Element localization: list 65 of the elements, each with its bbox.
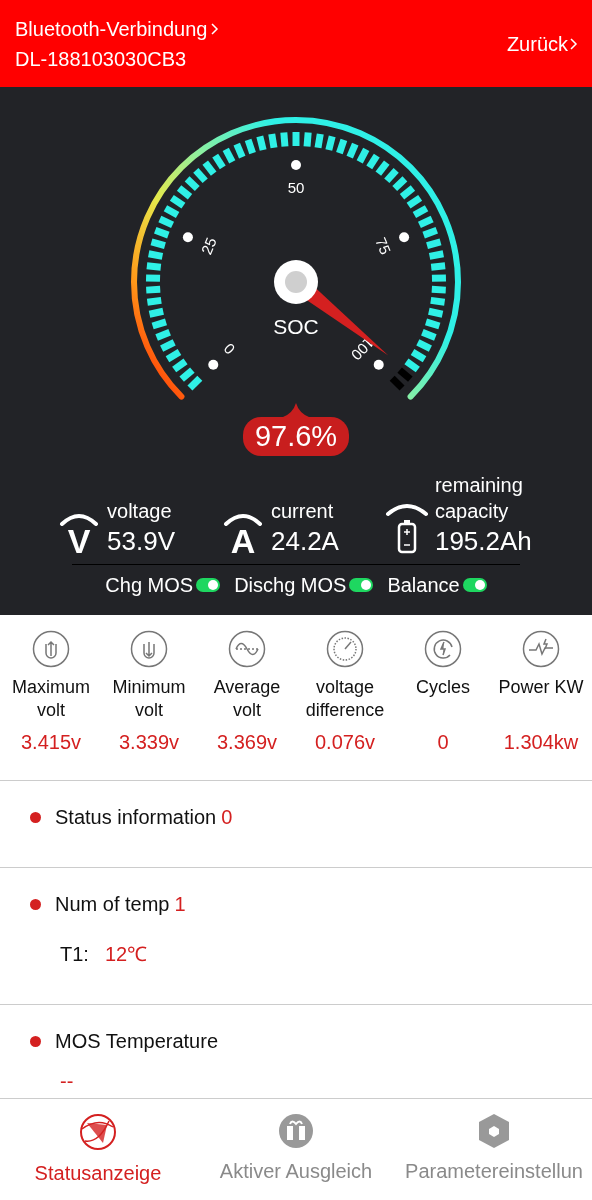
dial-icon: [326, 630, 364, 668]
globe-icon: [79, 1113, 117, 1151]
stat-label: Average volt: [212, 676, 282, 722]
arc-icon: [59, 512, 100, 526]
section-count: 1: [174, 894, 186, 914]
chevron-icon: [211, 22, 220, 35]
stat-label: Cycles: [416, 676, 470, 699]
back-button[interactable]: Zurück: [506, 33, 578, 54]
needle-hub: [274, 260, 318, 304]
stat-label: Minimum volt: [111, 676, 187, 722]
unit-symbol: V: [67, 524, 91, 558]
section-count: 0: [221, 807, 233, 827]
stat-value: 0: [437, 732, 449, 752]
toggle-switch[interactable]: [196, 578, 221, 592]
stat-value: 3.369v: [216, 732, 278, 752]
nav-tab[interactable]: Statusanzeige: [0, 1099, 196, 1200]
toggle-switch[interactable]: [349, 578, 374, 592]
scale-dot: [208, 359, 219, 370]
cycle-icon: [424, 630, 462, 668]
nav-tab[interactable]: Aktiver Ausgleich: [196, 1099, 396, 1200]
metric-value: 24.2A: [271, 525, 339, 558]
toggle-switch[interactable]: [462, 578, 487, 592]
gauge-label: SOC: [273, 315, 319, 338]
stat-label: Maximum volt: [11, 676, 91, 722]
stat-label: Power KW: [498, 676, 584, 699]
metric-label: current: [271, 499, 335, 524]
sine-wave-icon: [228, 630, 266, 668]
row-value: --: [60, 1071, 74, 1091]
metric-label: voltage: [107, 499, 173, 524]
stat-value: 3.339v: [118, 732, 180, 752]
pulse-icon: [522, 630, 560, 668]
scale-dot: [291, 160, 301, 170]
stat-value: 0.076v: [314, 732, 376, 752]
stat-value: 1.304kw: [503, 732, 579, 752]
metric-value: 53.9V: [107, 525, 175, 558]
row-label: T1:: [60, 944, 89, 964]
metric-label: remaining capacity: [434, 473, 524, 524]
scale-dot: [373, 359, 384, 370]
pointer-icon: [283, 403, 309, 417]
bluetooth-link[interactable]: Bluetooth-Verbindung: [15, 18, 208, 39]
section-title: Num of temp: [55, 894, 170, 914]
chevron-icon: [570, 37, 578, 50]
row-value: 12℃: [104, 944, 148, 964]
switch-label: Balance: [387, 575, 460, 595]
switch-label: Chg MOS: [105, 575, 194, 595]
metric-value: 195.2Ah: [434, 525, 533, 558]
scale-label: 75: [372, 234, 395, 257]
gift-icon: [278, 1113, 314, 1149]
device-name: DL-188103030CB3: [15, 48, 188, 69]
u-tube-icon: [32, 630, 70, 668]
switch-label: Dischg MOS: [234, 575, 347, 595]
stat-value: 3.415v: [20, 732, 82, 752]
stat-label: voltage difference: [304, 676, 386, 722]
scale-dot: [399, 232, 410, 243]
u-tube-icon: [130, 630, 168, 668]
scale-label: 50: [287, 178, 305, 196]
section-title: Status information: [55, 807, 217, 827]
section-title: MOS Temperature: [55, 1031, 219, 1051]
scale-label: 25: [197, 234, 220, 257]
scale-dot: [182, 232, 193, 243]
arc-icon: [223, 512, 263, 526]
unit-symbol: A: [230, 524, 256, 558]
nav-tab[interactable]: Parametereinstellun: [396, 1099, 592, 1200]
scale-label: 100: [348, 334, 378, 364]
scale-label: 0: [220, 339, 239, 358]
